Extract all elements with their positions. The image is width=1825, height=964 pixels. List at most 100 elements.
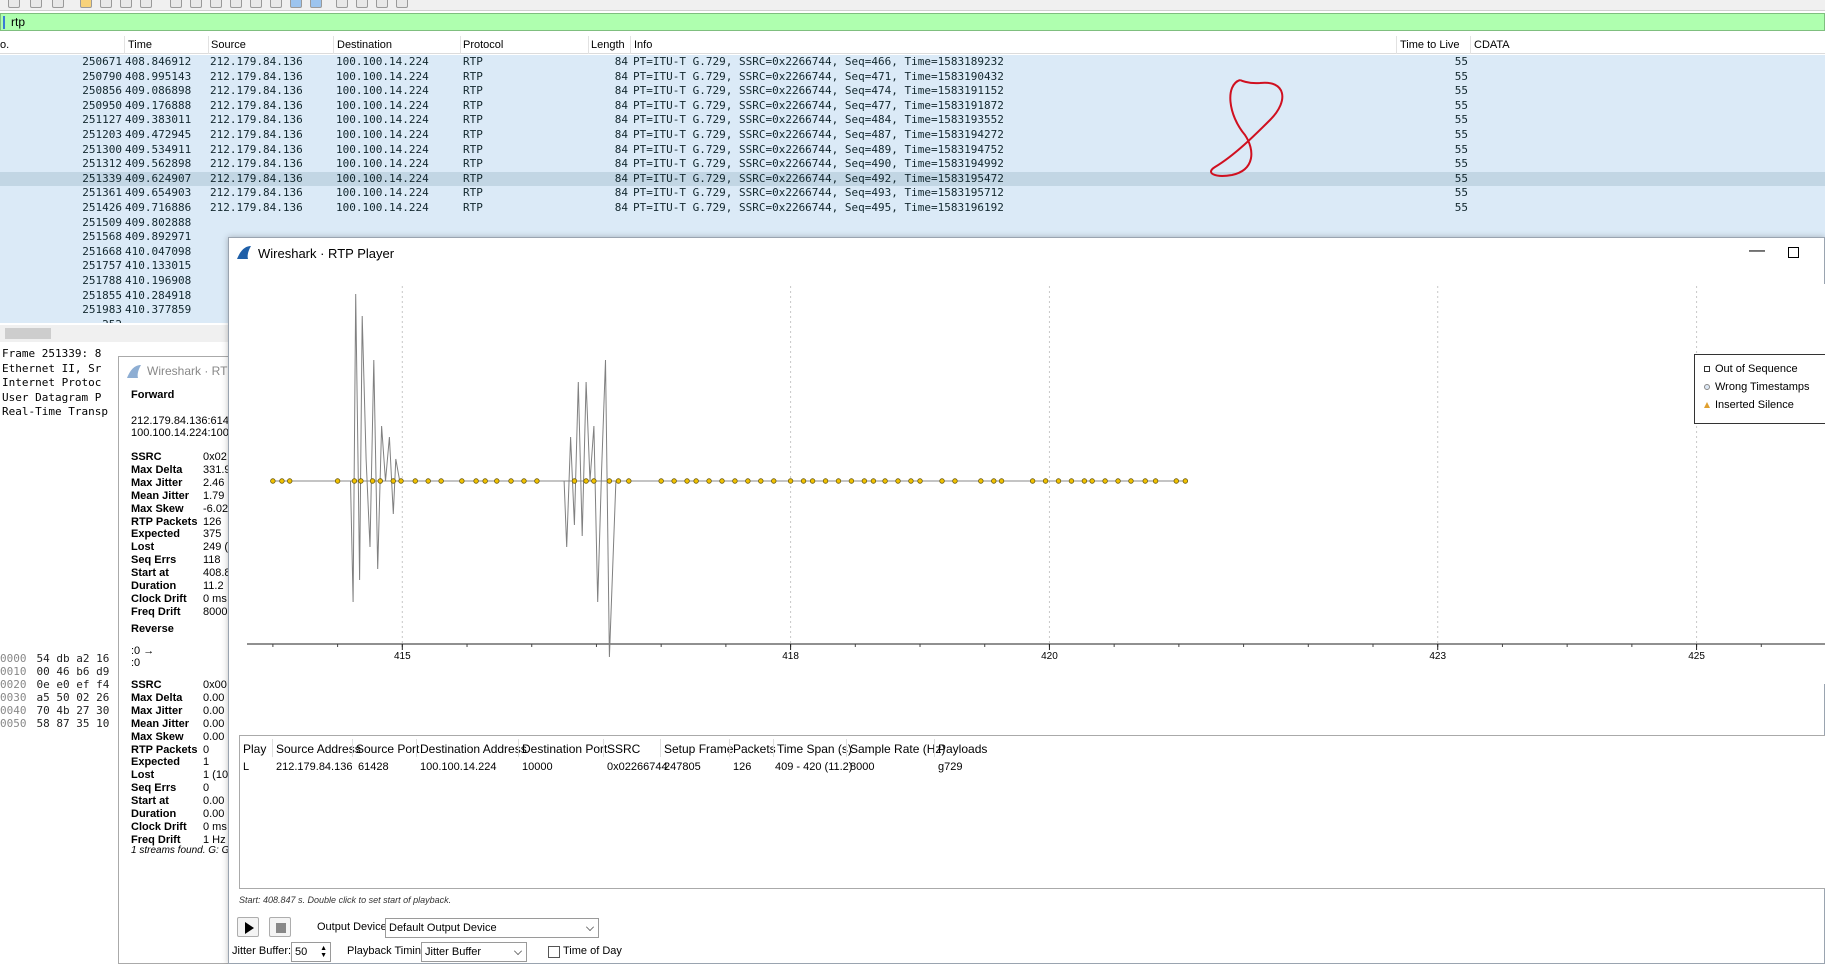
col-protocol[interactable]: Protocol (463, 39, 503, 51)
packet-cell-info: PT=ITU-T G.729, SSRC=0x2266744, Seq=495,… (633, 201, 1004, 214)
stat-key: Start at (131, 567, 169, 580)
packet-row[interactable]: 251312 409.562898 212.179.84.136 100.100.14… (0, 157, 1825, 172)
output-device-select[interactable]: Default Output Device (385, 918, 599, 938)
stream-col-header[interactable]: Payloads (938, 742, 987, 756)
bytes-line[interactable]: 0050 58 87 35 10 (0, 717, 109, 730)
stream-cell[interactable]: 247805 (664, 761, 701, 773)
stream-col-header[interactable]: Setup Frame (664, 742, 733, 756)
col-destination[interactable]: Destination (337, 39, 392, 51)
packet-row[interactable]: 251509 409.802888 (0, 216, 1825, 231)
stream-col-header[interactable]: Packets (733, 742, 776, 756)
col-length[interactable]: Length (591, 39, 625, 51)
first-packet-icon[interactable] (250, 0, 262, 8)
stream-cell[interactable]: 100.100.14.224 (420, 761, 496, 773)
maximize-button[interactable] (1788, 247, 1799, 258)
packet-row[interactable]: 250671 408.846912 212.179.84.136 100.100.14… (0, 55, 1825, 70)
stream-col-header[interactable]: Time Span (s) (777, 742, 852, 756)
bytes-line[interactable]: 0010 00 46 b6 d9 (0, 665, 109, 678)
save-icon[interactable] (100, 0, 112, 8)
colorize-icon[interactable] (310, 0, 322, 8)
spin-arrows-icon[interactable]: ▲ ▼ (320, 945, 327, 959)
stream-col-header[interactable]: Sample Rate (Hz) (850, 742, 945, 756)
packet-row[interactable]: 251426 409.716886 212.179.84.136 100.100.14… (0, 201, 1825, 216)
packet-row[interactable]: 250856 409.086898 212.179.84.136 100.100.14… (0, 84, 1825, 99)
toolbar-button[interactable] (30, 0, 42, 8)
packet-details: Frame 251339: 8 Ethernet II, Sr Internet P… (0, 347, 125, 437)
bytes-line[interactable]: 0030 a5 50 02 26 (0, 691, 109, 704)
packet-row[interactable]: 251127 409.383011 212.179.84.136 100.100.14… (0, 113, 1825, 128)
bytes-line[interactable]: 0000 54 db a2 16 (0, 652, 109, 665)
analysis-title: Wireshark · RTP (147, 364, 234, 378)
stream-cell[interactable]: 409 - 420 (11.2) (775, 761, 852, 773)
stream-col-header[interactable]: Destination Address (420, 742, 527, 756)
stream-cell[interactable]: 0x02266744 (607, 761, 668, 773)
zoom-out-icon[interactable] (356, 0, 368, 8)
bytes-line[interactable]: 0020 0e e0 ef f4 (0, 678, 109, 691)
stream-col-header[interactable]: Play (243, 742, 266, 756)
stream-cell[interactable]: g729 (938, 761, 962, 773)
packet-cell-proto: RTP (463, 55, 483, 68)
waveform-svg: 415 418 420 423 425 (247, 286, 1825, 662)
waveform-graph[interactable]: 415 418 420 423 425 Out of Sequence Wrong Ti… (239, 284, 1825, 684)
go-back-icon[interactable] (190, 0, 202, 8)
autoscroll-icon[interactable] (290, 0, 302, 8)
col-cdata[interactable]: CDATA (1474, 39, 1510, 51)
stream-cell[interactable]: 212.179.84.136 (276, 761, 352, 773)
play-button[interactable] (237, 917, 259, 937)
packet-row[interactable]: 250950 409.176888 212.179.84.136 100.100.14… (0, 99, 1825, 114)
sample-marker (671, 478, 677, 484)
resize-columns-icon[interactable] (396, 0, 408, 8)
goto-packet-icon[interactable] (230, 0, 242, 8)
stat-key: Max Jitter (131, 704, 183, 717)
stream-cell[interactable]: 61428 (358, 761, 389, 773)
packet-row[interactable]: 251339 409.624907 212.179.84.136 100.100.14… (0, 171, 1825, 187)
zoom-in-icon[interactable] (336, 0, 348, 8)
toolbar-button[interactable] (52, 0, 64, 8)
bytes-hex: 00 46 b6 d9 (36, 665, 110, 678)
last-packet-icon[interactable] (270, 0, 282, 8)
stream-cell[interactable]: 10000 (522, 761, 553, 773)
col-ttl[interactable]: Time to Live (1400, 39, 1460, 51)
stream-col-header[interactable]: Destination Port (522, 742, 607, 756)
go-forward-icon[interactable] (210, 0, 222, 8)
detail-tree-item[interactable]: Ethernet II, Sr (2, 362, 101, 375)
toolbar-button[interactable] (8, 0, 20, 8)
packet-row[interactable]: 251203 409.472945 212.179.84.136 100.100.14… (0, 128, 1825, 143)
stream-col-header[interactable]: SSRC (607, 742, 640, 756)
close-file-icon[interactable] (120, 0, 132, 8)
col-source[interactable]: Source (211, 39, 246, 51)
packet-row[interactable]: 251300 409.534911 212.179.84.136 100.100.14… (0, 143, 1825, 158)
jitter-buffer-spinner[interactable]: 50 ▲ ▼ (291, 942, 331, 962)
zoom-normal-icon[interactable] (376, 0, 388, 8)
packet-row[interactable]: 251361 409.654903 212.179.84.136 100.100.14… (0, 186, 1825, 201)
time-of-day-checkbox[interactable] (548, 946, 560, 958)
stream-cell[interactable]: 8000 (850, 761, 874, 773)
filter-bookmark-icon[interactable] (3, 16, 5, 29)
detail-tree-item[interactable]: User Datagram P (2, 391, 101, 404)
detail-tree-item[interactable]: Frame 251339: 8 (2, 347, 101, 360)
display-filter-input[interactable]: rtp (0, 13, 1825, 31)
stream-col-header[interactable]: Source Address (276, 742, 361, 756)
stream-cell[interactable]: 126 (733, 761, 751, 773)
open-folder-icon[interactable] (80, 0, 92, 8)
stat-key: Expected (131, 528, 180, 541)
sample-marker (615, 478, 622, 484)
packet-list-scrollbar[interactable] (0, 325, 230, 342)
col-info[interactable]: Info (634, 39, 652, 51)
playback-timing-select[interactable]: Jitter Buffer (421, 942, 527, 962)
stat-key: SSRC (131, 451, 162, 463)
detail-tree-item[interactable]: Internet Protoc (2, 376, 101, 389)
find-icon[interactable] (170, 0, 182, 8)
stream-cell[interactable]: L (243, 761, 249, 773)
reload-icon[interactable] (140, 0, 152, 8)
scrollbar-thumb[interactable] (5, 328, 51, 339)
col-time[interactable]: Time (128, 39, 152, 51)
minimize-button[interactable]: — (1749, 242, 1765, 260)
stop-button[interactable] (269, 917, 291, 937)
packet-row[interactable]: 250790 408.995143 212.179.84.136 100.100.14… (0, 70, 1825, 85)
col-no[interactable]: o. (0, 39, 9, 51)
reverse-stat: Freq Drift 1 Hz (131, 834, 226, 846)
bytes-line[interactable]: 0040 70 4b 27 30 (0, 704, 109, 717)
detail-tree-item[interactable]: Real-Time Transp (2, 405, 108, 418)
stream-col-header[interactable]: Source Port (356, 742, 419, 756)
